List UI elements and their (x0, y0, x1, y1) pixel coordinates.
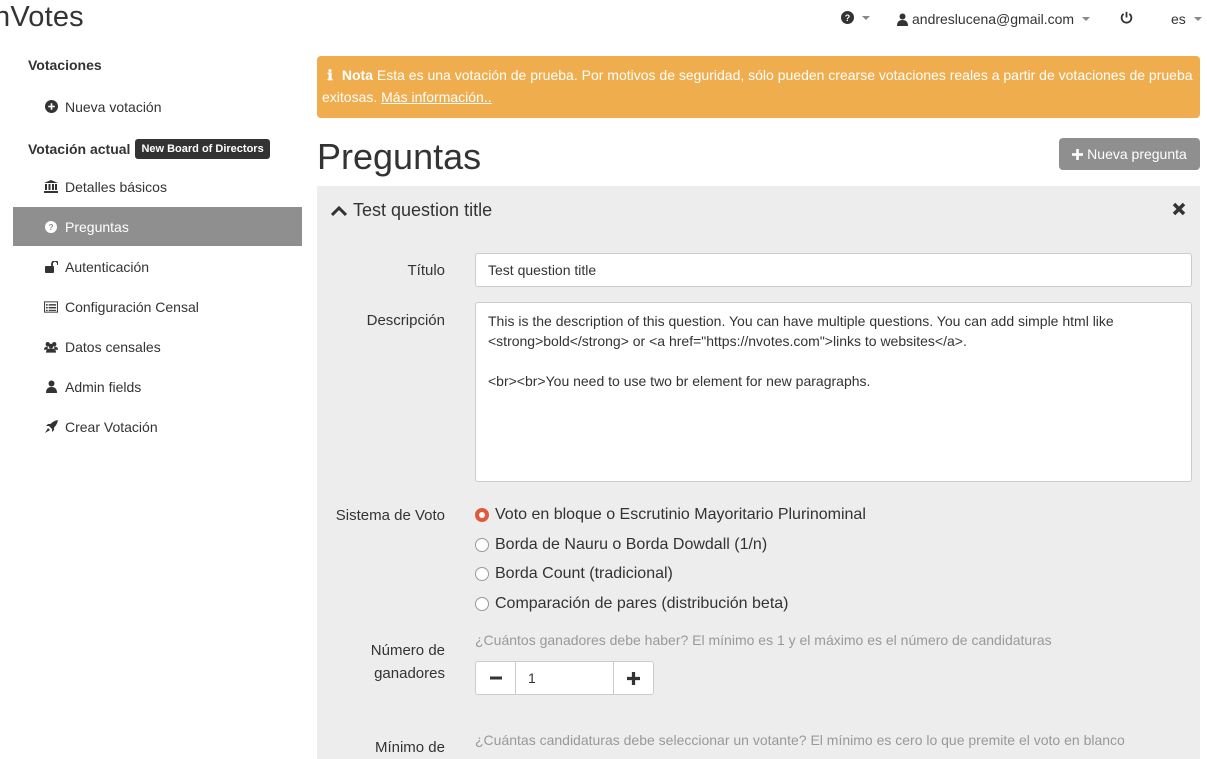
language-label: es (1171, 11, 1186, 27)
user-menu[interactable]: andreslucena@gmail.com (897, 11, 1091, 27)
ganadores-label-line: Número de (370, 642, 445, 659)
election-badge: New Board of Directors (135, 139, 270, 159)
voting-system-option[interactable]: Voto en bloque o Escrutinio Mayoritario … (475, 506, 866, 524)
page-title: Preguntas (317, 136, 482, 177)
voting-system-label: Borda Count (tradicional) (495, 565, 673, 582)
descripcion-textarea[interactable]: This is the description of this question… (475, 302, 1192, 482)
sidebar-heading-label: Votación actual (28, 141, 131, 157)
sidebar-item-preguntas[interactable]: ? Preguntas (13, 207, 302, 246)
ganadores-input[interactable]: 1 (515, 662, 614, 694)
new-question-label: Nueva pregunta (1087, 146, 1187, 162)
chevron-down-icon (1193, 17, 1202, 21)
info-icon: ℹ (327, 68, 333, 84)
sidebar-heading-votaciones: Votaciones (28, 57, 102, 73)
chevron-up-icon (331, 205, 347, 216)
ganadores-label-line: ganadores (374, 665, 445, 682)
description-line: <br><br>You need to use two br element f… (488, 373, 871, 389)
ganadores-help: ¿Cuántos ganadores debe haber? El mínimo… (475, 632, 1052, 648)
sidebar-item-label: Detalles básicos (65, 178, 167, 195)
sidebar-item-label: Autenticación (65, 258, 150, 275)
question-panel-header[interactable]: Test question title (331, 200, 492, 221)
brand-logo[interactable]: nVotes (0, 1, 84, 34)
sidebar-item-autenticacion[interactable]: Autenticación (13, 247, 302, 286)
language-menu[interactable]: es (1171, 11, 1202, 27)
help-menu[interactable]: ? (841, 11, 870, 24)
sidebar-item-label: Datos censales (65, 338, 161, 355)
titulo-input[interactable]: Test question title (475, 253, 1192, 287)
users-icon (44, 340, 58, 354)
radio-icon[interactable] (475, 567, 489, 581)
description-line (488, 351, 1179, 371)
svg-text:?: ? (48, 223, 53, 232)
ganadores-stepper: 1 (475, 661, 654, 695)
titulo-label: Título (407, 262, 445, 279)
remove-question-icon[interactable] (1172, 200, 1186, 221)
sidebar-item-label: Configuración Censal (65, 298, 199, 315)
sistema-voto-label: Sistema de Voto (335, 507, 445, 524)
sidebar-item-crear-votacion[interactable]: Crear Votación (13, 407, 302, 446)
voting-system-option[interactable]: Borda Count (tradicional) (475, 565, 673, 583)
new-question-button[interactable]: Nueva pregunta (1059, 138, 1200, 170)
rocket-icon (44, 420, 58, 434)
radio-checked-icon[interactable] (475, 508, 489, 522)
sidebar-item-detalles[interactable]: Detalles básicos (13, 167, 302, 206)
radio-icon[interactable] (475, 538, 489, 552)
unlock-icon (44, 260, 58, 274)
svg-text:?: ? (845, 13, 850, 23)
top-navbar: nVotes ? andreslucena@gmail.com es (0, 0, 1207, 40)
question-circle-icon: ? (841, 11, 854, 24)
list-alt-icon (44, 300, 58, 314)
sidebar-heading-actual: Votación actual New Board of Directors (28, 139, 270, 159)
user-icon (897, 13, 908, 26)
question-header-title: Test question title (353, 200, 493, 220)
chevron-down-icon (1082, 17, 1091, 21)
minus-icon (489, 676, 502, 680)
question-panel: Test question title Título Test question… (317, 186, 1200, 759)
user-icon (44, 380, 58, 394)
minimo-label: Mínimo de (374, 739, 445, 756)
bank-icon (44, 180, 58, 194)
more-info-link[interactable]: Más información.. (381, 89, 491, 105)
sidebar-item-admin-fields[interactable]: Admin fields (13, 367, 302, 406)
power-icon (1120, 11, 1133, 24)
sidebar-item-label: Crear Votación (65, 418, 158, 435)
sidebar-item-label: Nueva votación (65, 98, 162, 115)
voting-system-label: Borda de Nauru o Borda Dowdall (1/n) (495, 536, 768, 553)
voting-system-label: Voto en bloque o Escrutinio Mayoritario … (495, 506, 866, 523)
alert-title: Nota (341, 67, 374, 83)
chevron-down-icon (862, 15, 870, 20)
minimo-help: ¿Cuántas candidaturas debe seleccionar u… (475, 732, 1125, 748)
sidebar-item-label: Admin fields (65, 378, 142, 395)
voting-system-option[interactable]: Borda de Nauru o Borda Dowdall (1/n) (475, 536, 767, 554)
description-line: <strong>bold</strong> or <a href="https:… (488, 333, 967, 349)
test-election-alert: ℹ Nota Esta es una votación de prueba. P… (317, 56, 1200, 118)
sidebar-item-datos-censales[interactable]: Datos censales (13, 327, 302, 366)
voting-system-option[interactable]: Comparación de pares (distribución beta) (475, 595, 788, 613)
voting-system-label: Comparación de pares (distribución beta) (495, 595, 789, 612)
sidebar-item-label: Preguntas (65, 218, 129, 235)
increment-button[interactable] (614, 662, 653, 694)
sidebar-item-nueva-votacion[interactable]: Nueva votación (13, 87, 302, 126)
sidebar-item-configuracion-censal[interactable]: Configuración Censal (13, 287, 302, 326)
plus-circle-icon (44, 100, 58, 114)
description-line: This is the description of this question… (488, 313, 1114, 329)
ganadores-label: Número de ganadores (327, 639, 445, 685)
plus-icon (627, 671, 640, 685)
logout-button[interactable] (1120, 11, 1133, 24)
decrement-button[interactable] (476, 662, 515, 694)
radio-icon[interactable] (475, 597, 489, 611)
user-email: andreslucena@gmail.com (912, 11, 1075, 27)
question-circle-icon: ? (44, 220, 58, 234)
plus-icon (1072, 148, 1084, 160)
descripcion-label: Descripción (366, 312, 445, 329)
